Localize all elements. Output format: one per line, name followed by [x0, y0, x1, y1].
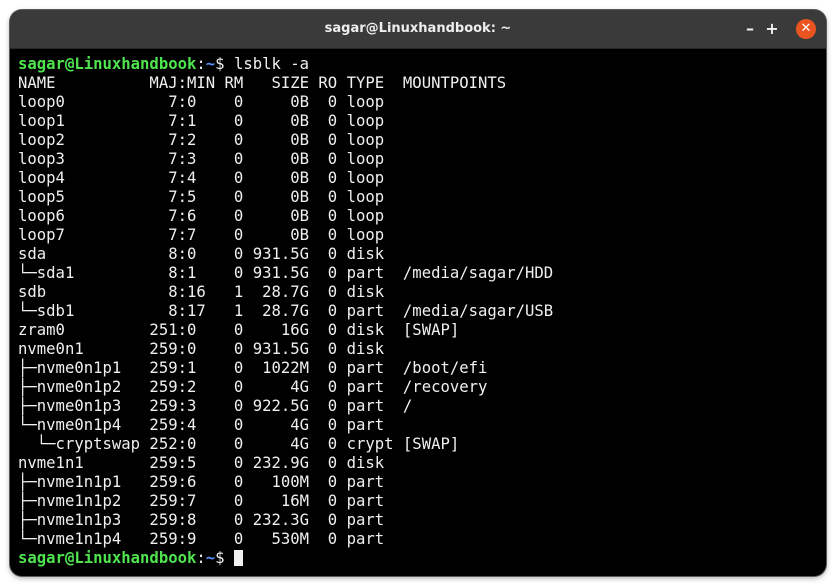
window-title: sagar@Linuxhandbook: ~	[324, 21, 512, 36]
title-bar[interactable]: sagar@Linuxhandbook: ~ – + ✕	[10, 10, 826, 49]
prompt-symbol: $	[215, 55, 234, 73]
output-row: sda 8:0 0 931.5G 0 disk	[18, 245, 385, 263]
output-row: loop1 7:1 0 0B 0 loop	[18, 112, 385, 130]
prompt-separator: :	[196, 55, 206, 73]
text-cursor	[233, 550, 243, 566]
minimize-icon[interactable]: –	[740, 19, 760, 39]
output-row: ├─nvme1n1p3 259:8 0 232.3G 0 part	[18, 511, 385, 529]
output-row: ├─nvme1n1p2 259:7 0 16M 0 part	[18, 492, 385, 510]
output-row: ├─nvme0n1p3 259:3 0 922.5G 0 part /	[18, 397, 413, 415]
output-row: loop7 7:7 0 0B 0 loop	[18, 226, 385, 244]
command-text: lsblk -a	[233, 55, 310, 73]
output-row: loop2 7:2 0 0B 0 loop	[18, 131, 385, 149]
output-row: loop3 7:3 0 0B 0 loop	[18, 150, 385, 168]
prompt-user-host: sagar@Linuxhandbook	[18, 549, 197, 567]
output-row: sdb 8:16 1 28.7G 0 disk	[18, 283, 385, 301]
output-row: zram0 251:0 0 16G 0 disk [SWAP]	[18, 321, 460, 339]
prompt-path: ~	[205, 55, 216, 73]
terminal-output[interactable]: sagar@Linuxhandbook:~$ lsblk -a NAME MAJ…	[18, 55, 818, 571]
output-row: ├─nvme0n1p1 259:1 0 1022M 0 part /boot/e…	[18, 359, 488, 377]
output-row: loop0 7:0 0 0B 0 loop	[18, 93, 385, 111]
output-row: └─sda1 8:1 0 931.5G 0 part /media/sagar/…	[18, 264, 554, 282]
output-row: loop4 7:4 0 0B 0 loop	[18, 169, 385, 187]
prompt-symbol: $	[215, 549, 234, 567]
output-row: └─cryptswap 252:0 0 4G 0 crypt [SWAP]	[18, 435, 460, 453]
output-row: ├─nvme0n1p2 259:2 0 4G 0 part /recovery	[18, 378, 488, 396]
output-row: └─nvme1n1p4 259:9 0 530M 0 part	[18, 530, 385, 548]
prompt-path: ~	[205, 549, 216, 567]
output-row: nvme0n1 259:0 0 931.5G 0 disk	[18, 340, 385, 358]
output-row: loop6 7:6 0 0B 0 loop	[18, 207, 385, 225]
prompt-user-host: sagar@Linuxhandbook	[18, 55, 197, 73]
output-row: nvme1n1 259:5 0 232.9G 0 disk	[18, 454, 385, 472]
output-row: ├─nvme1n1p1 259:6 0 100M 0 part	[18, 473, 385, 491]
output-header: NAME MAJ:MIN RM SIZE RO TYPE MOUNTPOINTS	[18, 74, 507, 92]
maximize-icon[interactable]: +	[762, 19, 782, 39]
output-row: loop5 7:5 0 0B 0 loop	[18, 188, 385, 206]
output-row: └─nvme0n1p4 259:4 0 4G 0 part	[18, 416, 385, 434]
output-row: └─sdb1 8:17 1 28.7G 0 part /media/sagar/…	[18, 302, 554, 320]
terminal-window: sagar@Linuxhandbook: ~ – + ✕ sagar@Linux…	[10, 10, 826, 576]
prompt-line: sagar@Linuxhandbook:~$	[18, 549, 818, 568]
close-icon[interactable]: ✕	[796, 19, 816, 39]
prompt-separator: :	[196, 549, 206, 567]
command-line: sagar@Linuxhandbook:~$ lsblk -a	[18, 55, 818, 74]
